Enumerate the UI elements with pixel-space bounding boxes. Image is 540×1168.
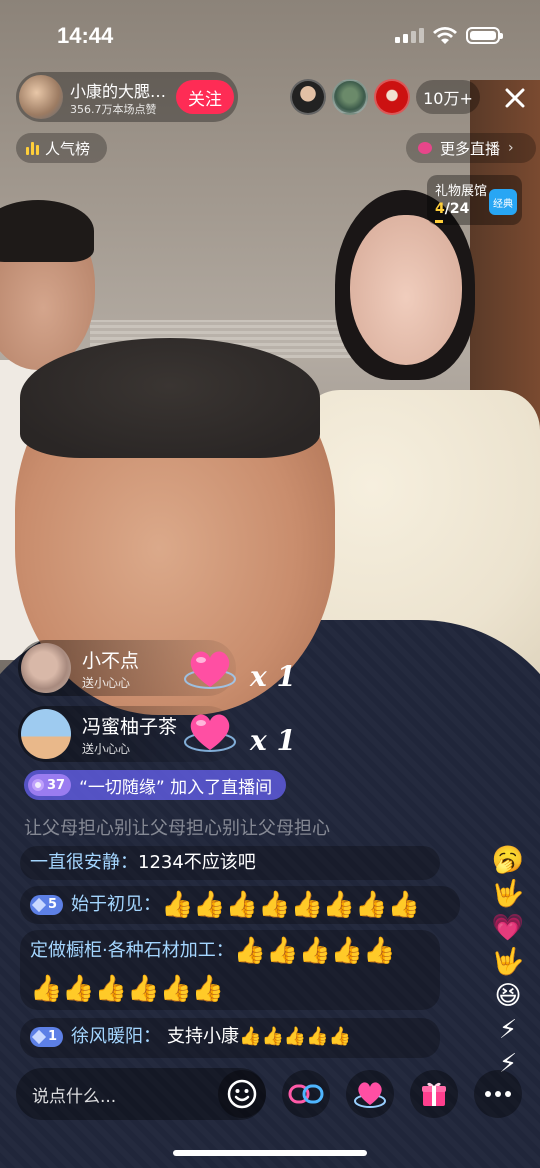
gifter-avatar[interactable] — [21, 709, 71, 759]
reaction-emoji: 😆 — [494, 981, 522, 1011]
gift-action: 送小心心 — [82, 742, 131, 756]
chat-message: 5 始于初见： 👍👍👍👍👍👍👍👍 — [30, 890, 421, 920]
rank-label: 人气榜 — [45, 139, 91, 158]
chat-text: 👍👍👍👍👍 — [233, 936, 396, 966]
gift-pavilion[interactable]: 礼物展馆 4/24 经典 — [427, 175, 522, 225]
gifter-avatar[interactable] — [21, 643, 71, 693]
man-hair — [20, 338, 320, 458]
gift-pavilion-progress-bar — [435, 220, 443, 223]
status-bar: 14:44 — [0, 0, 540, 70]
anchor-name: 小康的大腮… — [70, 82, 167, 101]
gifter-name: 冯蜜柚子茶 — [82, 716, 178, 738]
close-icon[interactable] — [500, 83, 530, 113]
gift-action: 送小心心 — [82, 676, 131, 690]
home-indicator[interactable] — [173, 1150, 367, 1156]
top-viewer-avatar[interactable] — [374, 79, 410, 115]
chevron-right-icon: › — [508, 140, 514, 156]
emoji-button[interactable] — [218, 1070, 266, 1118]
follow-button[interactable]: 关注 — [176, 80, 234, 114]
bottom-toolbar: 说点什么... — [0, 1068, 540, 1124]
join-notice: 37 “一切随缘” 加入了直播间 — [24, 770, 287, 800]
gift-pavilion-title: 礼物展馆 — [435, 184, 488, 199]
link-mic-button[interactable] — [282, 1070, 330, 1118]
chat-message-continued: 👍👍👍👍👍👍 — [30, 974, 225, 1004]
reaction-emoji: 💗 — [491, 913, 525, 943]
chat-username[interactable]: 定做橱柜·各种石材加工： — [30, 936, 234, 966]
viewer-count[interactable]: 10万+ — [416, 80, 480, 114]
gifter-name: 小不点 — [82, 650, 140, 672]
chat-text: 👍👍👍👍👍👍 — [30, 974, 225, 1004]
heart-gift-button[interactable] — [346, 1070, 394, 1118]
user-level-badge: 5 — [30, 895, 64, 915]
rank-bars-icon — [26, 141, 39, 155]
more-options-button[interactable] — [474, 1070, 522, 1118]
classic-badge: 经典 — [489, 189, 517, 215]
anchor-likes: 356.7万本场点赞 — [70, 103, 157, 116]
more-dots-icon — [485, 1091, 511, 1097]
chat-text: 👍👍👍👍👍👍👍👍 — [161, 890, 421, 920]
cellular-signal-icon — [395, 28, 424, 43]
gift-multiplier: x 1 — [250, 660, 296, 693]
popularity-rank-button[interactable]: 人气榜 — [16, 133, 107, 163]
chat-username[interactable]: 徐风暖阳： — [71, 1022, 161, 1052]
more-live-label: 更多直播 — [440, 139, 501, 158]
live-dot-icon — [418, 142, 432, 154]
reaction-emoji: ⚡ — [498, 1015, 518, 1045]
chat-text: 1234不应该吧 — [138, 852, 256, 873]
more-live-button[interactable]: 更多直播 › — [406, 133, 536, 163]
gift-button[interactable] — [410, 1070, 458, 1118]
chat-message: 一直很安静： 1234不应该吧 — [30, 848, 256, 878]
chat-message: 让父母担心别让父母担心别让父母担心 — [24, 818, 330, 839]
link-icon — [288, 1084, 324, 1104]
user-level-badge: 1 — [30, 1027, 64, 1047]
gift-box-icon — [422, 1082, 446, 1106]
chat-message: 定做橱柜·各种石材加工： 👍👍👍👍👍 — [30, 936, 397, 966]
gift-pavilion-progress: 4/24 — [435, 201, 470, 217]
reaction-emoji: 🤟 — [491, 879, 525, 909]
chat-username[interactable]: 一直很安静： — [30, 848, 138, 878]
heart-gift-icon — [184, 651, 236, 689]
battery-icon — [466, 27, 503, 44]
top-viewer-avatar[interactable] — [290, 79, 326, 115]
heart-icon — [354, 1082, 386, 1108]
user-level-badge: 37 — [28, 774, 72, 796]
floating-reactions: 🥱 🤟 💗 🤟 😆 ⚡ ⚡ — [488, 845, 528, 1079]
reaction-emoji: 🥱 — [491, 845, 525, 875]
top-viewer-avatar[interactable] — [332, 79, 368, 115]
reaction-emoji: 🤟 — [491, 947, 525, 977]
gift-multiplier: x 1 — [250, 724, 296, 757]
wifi-icon — [433, 27, 457, 44]
heart-gift-icon — [184, 714, 236, 752]
chat-username[interactable]: 始于初见： — [71, 890, 161, 920]
join-text: “一切随缘” 加入了直播间 — [79, 777, 273, 798]
anchor-avatar[interactable] — [19, 75, 63, 119]
chat-message: 1 徐风暖阳： 支持小康👍👍👍👍👍 — [30, 1022, 351, 1052]
smiley-icon — [227, 1079, 257, 1109]
woman-face — [350, 215, 462, 365]
clock: 14:44 — [57, 23, 114, 48]
chat-text: 支持小康👍👍👍👍👍 — [167, 1026, 352, 1047]
